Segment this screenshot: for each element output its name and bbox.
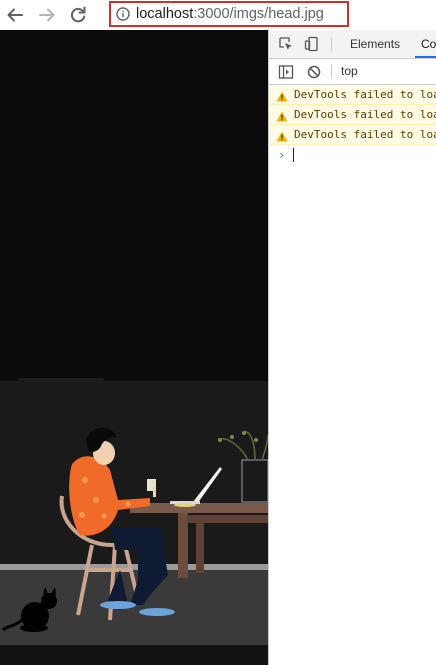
context-selector[interactable]: top <box>341 64 358 78</box>
info-icon[interactable] <box>116 7 130 21</box>
browser-toolbar: localhost:3000/imgs/head.jpg <box>0 0 436 30</box>
devtools-separator <box>331 37 332 52</box>
url-path: :3000/imgs/head.jpg <box>193 6 324 22</box>
tab-console[interactable]: Co <box>421 37 436 51</box>
active-tab-indicator <box>415 56 436 58</box>
url-host: localhost <box>136 6 194 22</box>
console-toolbar: top <box>269 59 436 85</box>
console-input[interactable] <box>293 148 294 162</box>
back-arrow-icon[interactable] <box>4 4 26 26</box>
device-toolbar-icon[interactable] <box>304 36 320 52</box>
inspect-element-icon[interactable] <box>278 36 294 52</box>
sidebar-toggle-icon[interactable] <box>278 64 294 80</box>
tab-elements[interactable]: Elements <box>350 37 400 51</box>
forward-arrow-icon[interactable] <box>36 4 58 26</box>
console-warning-message[interactable]: DevTools failed to loa <box>269 105 436 125</box>
warning-icon <box>276 129 288 142</box>
reload-icon[interactable] <box>67 4 89 26</box>
devtools-tabbar: Elements Co <box>269 30 436 59</box>
warning-icon <box>276 109 288 122</box>
warning-icon <box>276 89 288 102</box>
devtools-panel: Elements Co top DevTools failed to loa D… <box>268 30 436 665</box>
url-text[interactable]: localhost:3000/imgs/head.jpg <box>136 6 324 22</box>
warning-text: DevTools failed to loa <box>294 128 436 141</box>
console-warning-message[interactable]: DevTools failed to loa <box>269 125 436 145</box>
console-toolbar-separator <box>331 64 332 79</box>
illustration <box>0 30 268 665</box>
console-prompt: › <box>278 148 286 162</box>
console-warning-message[interactable]: DevTools failed to loa <box>269 85 436 105</box>
clear-console-icon[interactable] <box>306 64 322 80</box>
warning-text: DevTools failed to loa <box>294 88 436 101</box>
warning-text: DevTools failed to loa <box>294 108 436 121</box>
page-image <box>0 30 268 665</box>
address-bar[interactable]: localhost:3000/imgs/head.jpg <box>109 1 349 27</box>
